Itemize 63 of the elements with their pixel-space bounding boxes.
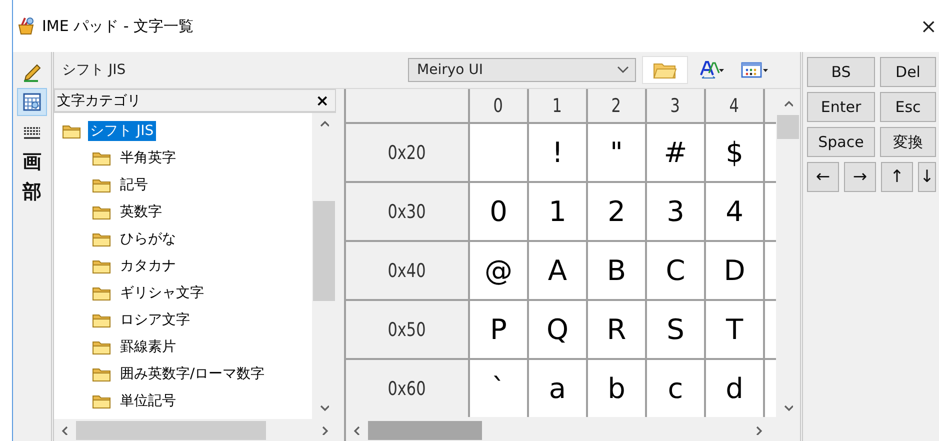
character-cell[interactable]: A	[529, 242, 586, 299]
character-cell[interactable]: 2	[588, 183, 645, 240]
tool-button[interactable]: 部	[17, 178, 47, 206]
character-cell[interactable]: 3	[647, 183, 704, 240]
panel-title: 文字カテゴリ	[57, 92, 141, 110]
character-cell[interactable]: 4	[706, 183, 763, 240]
character-cell[interactable]: R	[588, 301, 645, 358]
key-button[interactable]: Esc	[880, 92, 936, 122]
character-cell[interactable]: C	[647, 242, 704, 299]
column-header: 0	[470, 89, 527, 122]
character-cell[interactable]: Q	[529, 301, 586, 358]
close-button[interactable]: ×	[920, 14, 939, 38]
character-cell[interactable]: $	[706, 124, 763, 181]
tree-item[interactable]: 記号	[118, 174, 150, 194]
tree-item[interactable]: 英数字	[118, 202, 164, 222]
character-cell[interactable]: "	[588, 124, 645, 181]
key-button[interactable]: Enter	[807, 92, 875, 122]
key-button[interactable]: ↓	[918, 162, 936, 192]
character-cell[interactable]: a	[529, 360, 586, 417]
column-header: 4	[706, 89, 763, 122]
column-header: 3	[647, 89, 704, 122]
tree-item[interactable]: ロシア文字	[118, 310, 192, 330]
row-header: 0x20	[346, 124, 468, 181]
window-title: IME パッド - 文字一覧	[42, 16, 195, 36]
character-cell[interactable]: `	[470, 360, 527, 417]
tree-item[interactable]: ひらがな	[118, 228, 178, 248]
key-button[interactable]: ↑	[881, 162, 913, 192]
character-cell[interactable]: @	[470, 242, 527, 299]
row-header: 0x30	[346, 183, 468, 240]
key-button[interactable]: BS	[807, 57, 875, 87]
row-header: 0x50	[346, 301, 468, 358]
column-header: 1	[529, 89, 586, 122]
tool-button[interactable]: 画	[17, 148, 47, 176]
tree-item[interactable]: 半角英字	[118, 148, 178, 168]
key-button[interactable]: Space	[807, 127, 875, 157]
column-header: 2	[588, 89, 645, 122]
character-cell[interactable]: D	[706, 242, 763, 299]
character-cell[interactable]: d	[706, 360, 763, 417]
character-cell[interactable]: 1	[529, 183, 586, 240]
key-button[interactable]: 変換	[880, 127, 936, 157]
row-header: 0x40	[346, 242, 468, 299]
key-button[interactable]: ←	[807, 162, 839, 192]
character-cell[interactable]: P	[470, 301, 527, 358]
tree-item[interactable]: 単位記号	[118, 390, 178, 410]
close-button[interactable]: ×	[316, 91, 329, 110]
key-button[interactable]: →	[844, 162, 876, 192]
tree-item[interactable]: シフト JIS	[88, 120, 156, 140]
character-cell[interactable]: c	[647, 360, 704, 417]
tree-item[interactable]: カタカナ	[118, 256, 178, 276]
character-cell[interactable]: B	[588, 242, 645, 299]
character-cell[interactable]: #	[647, 124, 704, 181]
character-cell[interactable]: !	[529, 124, 586, 181]
charset-label: シフト JIS	[62, 61, 127, 79]
font-dropdown[interactable]: Meiryo UI	[408, 58, 636, 82]
character-cell[interactable]: T	[706, 301, 763, 358]
tree-item[interactable]: ギリシャ文字	[118, 282, 206, 302]
tree-item[interactable]: 囲み英数字/ローマ数字	[118, 364, 267, 384]
row-header: 0x60	[346, 360, 468, 417]
key-button[interactable]: Del	[880, 57, 936, 87]
character-cell[interactable]: b	[588, 360, 645, 417]
character-cell[interactable]: S	[647, 301, 704, 358]
tree-item[interactable]: 罫線素片	[118, 336, 178, 356]
character-cell[interactable]: 0	[470, 183, 527, 240]
